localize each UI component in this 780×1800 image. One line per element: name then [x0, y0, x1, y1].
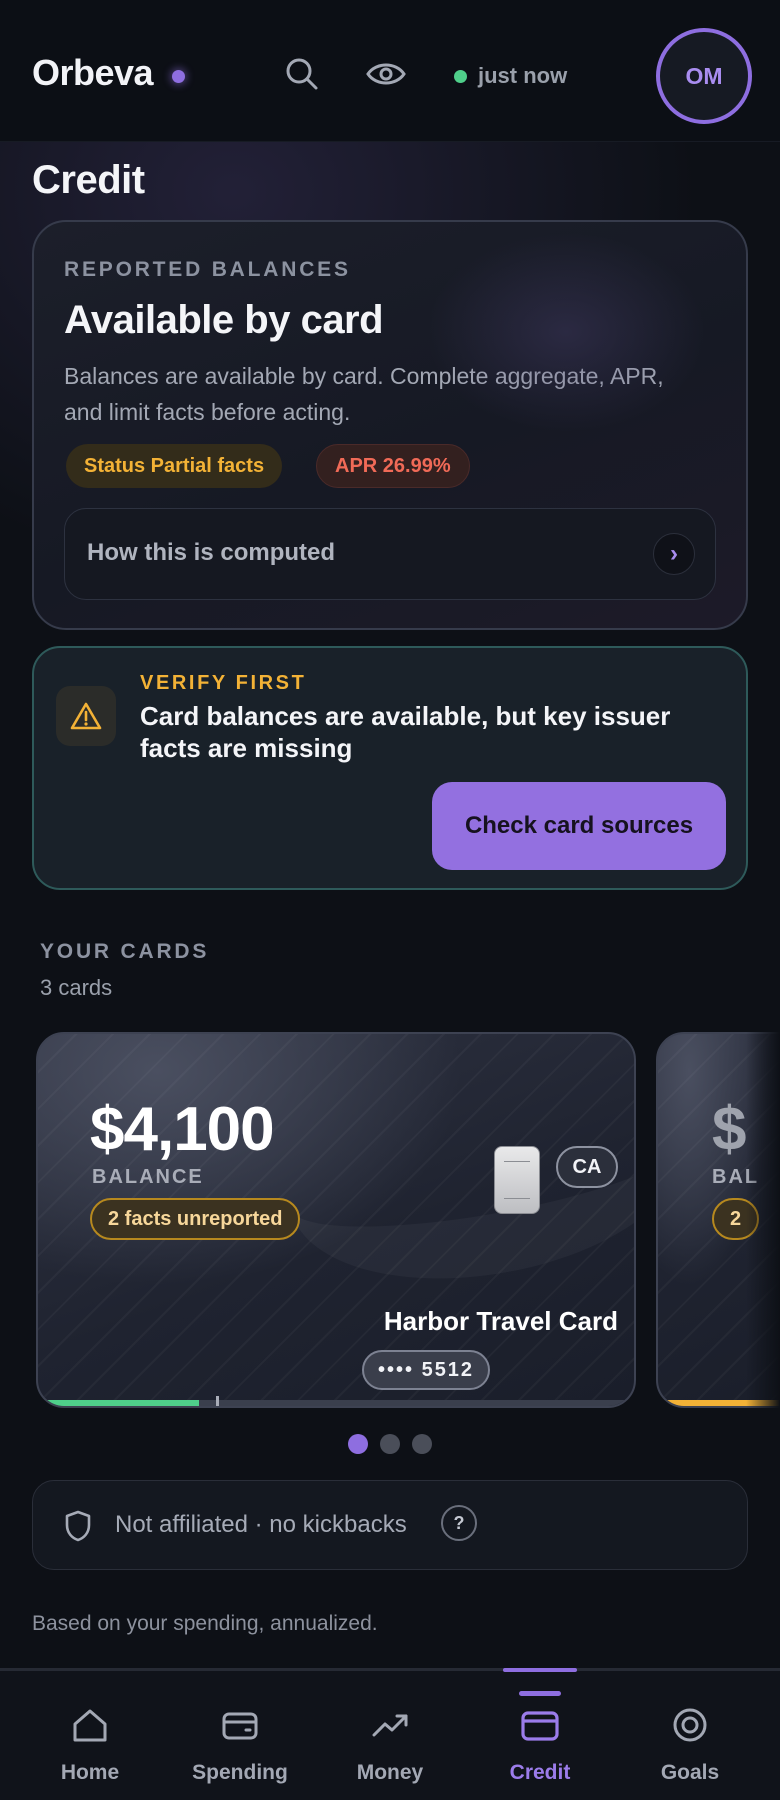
sync-status-dot [454, 70, 467, 83]
balances-description: Balances are available by card. Complete… [64, 363, 664, 425]
how-computed-label: How this is computed [87, 539, 336, 566]
nav-label: Home [60, 1761, 120, 1784]
nav-item-spending[interactable]: Spending [165, 1671, 315, 1800]
card-balance-amount: $4,100 [90, 1095, 275, 1164]
cards-count: 3 cards [40, 975, 113, 1000]
balances-heading: Available by card [64, 298, 384, 342]
card-utilization-bar [38, 1400, 634, 1406]
card-name: Harbor Travel Card [383, 1306, 618, 1336]
chevron-right-icon[interactable]: › [653, 533, 695, 575]
apr-badge: APR 26.99% [316, 444, 470, 488]
nav-item-money[interactable]: Money [315, 1671, 465, 1800]
page-title: Credit [32, 158, 145, 202]
trend-icon [370, 1705, 410, 1745]
your-cards-heading: YOUR CARDS [40, 940, 210, 963]
carousel-fade [746, 1030, 780, 1410]
nav-item-credit[interactable]: Credit [465, 1668, 615, 1800]
sync-status-text: just now [478, 63, 568, 88]
app-header: Orbeva just now OM [0, 0, 780, 142]
card-balance-label: BALANCE [92, 1166, 204, 1188]
card-region-badge: CA [556, 1146, 618, 1188]
brand-logo[interactable]: Orbeva [32, 52, 154, 94]
card-balance-amount: $ [712, 1095, 746, 1164]
pager-dot[interactable] [412, 1434, 432, 1454]
balances-eyebrow: REPORTED BALANCES [64, 258, 351, 281]
verify-first-card: VERIFY FIRST Card balances are available… [32, 646, 748, 890]
card-chip-icon [494, 1146, 540, 1214]
credit-card-harbor-travel[interactable]: $4,100 BALANCE 2 facts unreported CA Har… [36, 1032, 636, 1408]
nav-label: Credit [509, 1761, 571, 1784]
nav-item-home[interactable]: Home [15, 1671, 165, 1800]
help-icon[interactable]: ? [441, 1505, 477, 1541]
eye-icon[interactable] [366, 56, 406, 92]
nav-item-goals[interactable]: Goals [615, 1671, 765, 1800]
check-card-sources-button[interactable]: Check card sources [432, 782, 726, 870]
card-utilization-marker [216, 1396, 219, 1406]
nav-label: Spending [192, 1761, 288, 1784]
card-last-digits: •••• 5512 [362, 1350, 491, 1390]
search-icon[interactable] [284, 56, 320, 92]
footnote: Based on your spending, annualized. [32, 1612, 378, 1635]
facts-unreported-badge[interactable]: 2 facts unreported [90, 1198, 301, 1240]
credit-card-icon [520, 1705, 560, 1745]
nav-active-indicator [519, 1691, 561, 1696]
card-utilization-fill [38, 1400, 199, 1406]
bottom-nav: Home Spending Money Credit Goals [0, 1668, 780, 1800]
nav-active-indicator [503, 1668, 577, 1672]
affiliation-notice: Not affiliated · no kickbacks ? [32, 1480, 748, 1570]
shield-icon [63, 1509, 93, 1548]
reported-balances-card: REPORTED BALANCES Available by card Bala… [32, 220, 748, 630]
nav-label: Money [356, 1761, 424, 1784]
verify-eyebrow: VERIFY FIRST [140, 672, 307, 694]
warning-icon [56, 686, 116, 746]
pager-dot[interactable] [380, 1434, 400, 1454]
verify-message: Card balances are available, but key iss… [140, 701, 671, 763]
status-badge: Status Partial facts [66, 444, 283, 488]
affiliation-text: Not affiliated · no kickbacks [115, 1511, 407, 1538]
brand-dot-icon [172, 70, 185, 83]
how-computed-row[interactable]: How this is computed › [64, 508, 716, 600]
wallet-icon [220, 1705, 260, 1745]
home-icon [70, 1705, 110, 1745]
target-icon [670, 1705, 710, 1745]
avatar[interactable]: OM [656, 28, 752, 124]
nav-label: Goals [660, 1761, 720, 1784]
pager-dot[interactable] [348, 1434, 368, 1454]
